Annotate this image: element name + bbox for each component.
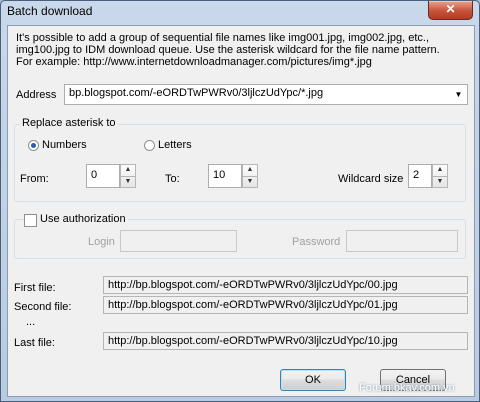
spin-down-icon[interactable]: ▼ (243, 176, 257, 188)
password-input[interactable] (346, 230, 458, 252)
from-value: 0 (91, 169, 98, 181)
spin-up-icon[interactable]: ▲ (433, 165, 447, 176)
from-input[interactable]: 0 (86, 164, 120, 188)
letters-label[interactable]: Letters (158, 139, 192, 151)
to-stepper[interactable]: ▲ ▼ (242, 164, 258, 188)
second-file-label: Second file: (14, 301, 72, 313)
wildcard-size-input[interactable]: 2 (408, 164, 432, 188)
ok-button[interactable]: OK (280, 369, 346, 391)
numbers-label[interactable]: Numbers (42, 139, 87, 151)
numbers-radio[interactable] (28, 140, 39, 151)
letters-radio[interactable] (144, 140, 155, 151)
spin-down-icon[interactable]: ▼ (121, 176, 135, 188)
address-label: Address (16, 89, 57, 101)
last-file-field: http://bp.blogspot.com/-eORDTwPWRv0/3ljl… (103, 332, 468, 350)
instructions-line-3: For example: http://www.internetdownload… (16, 56, 372, 68)
from-label: From: (20, 173, 49, 185)
to-input[interactable]: 10 (208, 164, 242, 188)
watermark-text: Forum.bkav.com.vn (359, 382, 455, 394)
spin-up-icon[interactable]: ▲ (121, 165, 135, 176)
instructions-line-2: img100.jpg to IDM download queue. Use th… (16, 44, 440, 56)
instructions-line-1: It's possible to add a group of sequenti… (16, 32, 430, 44)
instructions-text: It's possible to add a group of sequenti… (16, 32, 466, 68)
password-label: Password (292, 236, 341, 248)
wildcard-size-stepper[interactable]: ▲ ▼ (432, 164, 448, 188)
spin-down-icon[interactable]: ▼ (433, 176, 447, 188)
first-file-field: http://bp.blogspot.com/-eORDTwPWRv0/3ljl… (103, 276, 468, 294)
last-file-label: Last file: (14, 337, 55, 349)
address-value: bp.blogspot.com/-eORDTwPWRv0/3ljlczUdYpc… (69, 87, 324, 99)
spin-up-icon[interactable]: ▲ (243, 165, 257, 176)
first-file-label: First file: (14, 282, 56, 294)
second-file-field: http://bp.blogspot.com/-eORDTwPWRv0/3ljl… (103, 296, 468, 314)
ellipsis: ... (26, 316, 36, 328)
to-value: 10 (213, 169, 226, 181)
dialog-body: It's possible to add a group of sequenti… (7, 25, 475, 397)
replace-asterisk-legend: Replace asterisk to (20, 117, 118, 129)
from-stepper[interactable]: ▲ ▼ (120, 164, 136, 188)
to-label: To: (165, 173, 180, 185)
title-bar[interactable]: Batch download ✕ (1, 1, 479, 23)
first-file-value: http://bp.blogspot.com/-eORDTwPWRv0/3ljl… (108, 279, 398, 291)
second-file-value: http://bp.blogspot.com/-eORDTwPWRv0/3ljl… (108, 299, 398, 311)
replace-asterisk-group (14, 124, 466, 202)
close-button[interactable]: ✕ (428, 1, 473, 20)
window-title: Batch download (7, 4, 93, 18)
chevron-down-icon[interactable]: ▼ (452, 87, 465, 102)
login-label: Login (88, 236, 115, 248)
login-input[interactable] (120, 230, 237, 252)
wildcard-size-value: 2 (413, 169, 420, 181)
last-file-value: http://bp.blogspot.com/-eORDTwPWRv0/3ljl… (108, 335, 398, 347)
wildcard-size-label: Wildcard size (338, 173, 404, 185)
use-authorization-label[interactable]: Use authorization (38, 213, 128, 225)
address-combobox[interactable]: bp.blogspot.com/-eORDTwPWRv0/3ljlczUdYpc… (64, 84, 468, 105)
batch-download-dialog: Batch download ✕ It's possible to add a … (0, 0, 480, 402)
use-authorization-checkbox[interactable] (24, 214, 37, 227)
